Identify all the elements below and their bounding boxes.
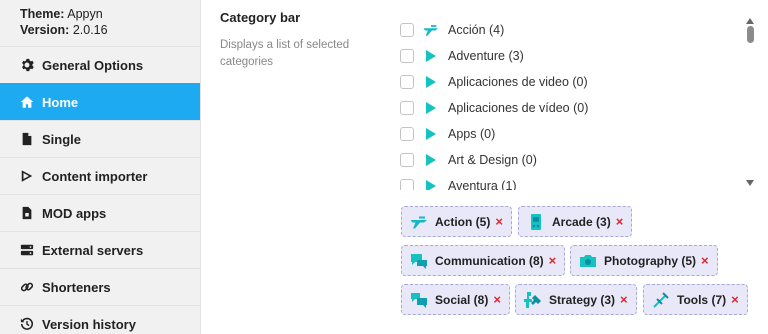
category-label: Aplicaciones de vídeo (0) xyxy=(448,101,589,115)
history-icon xyxy=(20,317,34,331)
play-triangle-icon xyxy=(423,127,439,141)
category-checkbox[interactable] xyxy=(400,23,414,37)
category-label: Art & Design (0) xyxy=(448,153,537,167)
theme-value: Appyn xyxy=(67,7,103,21)
remove-icon[interactable]: × xyxy=(549,253,557,268)
version-label: Version: xyxy=(20,23,70,37)
tools-icon xyxy=(652,291,670,309)
sidebar-item-version-history[interactable]: Version history xyxy=(0,305,200,334)
sidebar-item-label: Home xyxy=(42,94,79,110)
play-triangle-icon xyxy=(423,179,439,190)
category-label: Acción (4) xyxy=(448,23,505,37)
sidebar-item-mod-apps[interactable]: MOD apps xyxy=(0,194,200,231)
chip-label: Tools (7) xyxy=(677,292,727,307)
category-label: Aventura (1) xyxy=(448,179,517,190)
chip-label: Action (5) xyxy=(435,214,491,229)
play-arrow-icon xyxy=(20,169,34,183)
remove-icon[interactable]: × xyxy=(731,292,739,307)
sidebar-item-label: General Options xyxy=(42,57,144,73)
arcade-icon xyxy=(527,213,545,231)
category-label: Apps (0) xyxy=(448,127,496,141)
sidebar-item-label: Content importer xyxy=(42,168,148,184)
scroll-up-arrow[interactable] xyxy=(745,12,755,24)
sidebar-item-shorteners[interactable]: Shorteners xyxy=(0,268,200,305)
chip-label: Communication (8) xyxy=(435,253,544,268)
category-item[interactable]: Adventure (3) xyxy=(400,46,524,66)
category-checkbox[interactable] xyxy=(400,75,414,89)
remove-icon[interactable]: × xyxy=(495,214,503,229)
sidebar-item-label: Shorteners xyxy=(42,279,111,295)
selected-category-chip[interactable]: Strategy (3) × xyxy=(515,284,637,315)
sidebar-item-label: MOD apps xyxy=(42,205,107,221)
server-icon xyxy=(20,243,34,257)
category-checkbox[interactable] xyxy=(400,179,414,190)
category-item[interactable]: Aplicaciones de vídeo (0) xyxy=(400,98,588,118)
remove-icon[interactable]: × xyxy=(701,253,709,268)
photography-icon xyxy=(579,252,597,270)
sidebar-item-home[interactable]: Home xyxy=(0,83,200,120)
category-checkbox[interactable] xyxy=(400,101,414,115)
scroll-down-arrow[interactable] xyxy=(745,174,755,186)
category-label: Adventure (3) xyxy=(448,49,524,63)
category-list[interactable]: Acción (4) Adventure (3) Aplicaciones de… xyxy=(396,14,762,190)
selected-category-chip[interactable]: Social (8) × xyxy=(401,284,510,315)
sidebar-item-single[interactable]: Single xyxy=(0,120,200,157)
selected-category-chip[interactable]: Arcade (3) × xyxy=(518,206,633,237)
file-icon xyxy=(20,132,34,146)
action-icon xyxy=(423,23,439,37)
mod-file-icon xyxy=(20,206,34,220)
selected-category-chip[interactable]: Action (5) × xyxy=(401,206,512,237)
sidebar-item-general-options[interactable]: General Options xyxy=(0,46,200,83)
play-triangle-icon xyxy=(423,49,439,63)
play-triangle-icon xyxy=(423,153,439,167)
category-item[interactable]: Apps (0) xyxy=(400,124,495,144)
category-checkbox[interactable] xyxy=(400,153,414,167)
theme-label: Theme: xyxy=(20,7,65,21)
theme-info: Theme: Appyn Version: 2.0.16 xyxy=(0,0,200,46)
selected-category-chip[interactable]: Tools (7) × xyxy=(643,284,748,315)
chip-label: Social (8) xyxy=(435,292,489,307)
sidebar-item-label: Single xyxy=(42,131,82,147)
play-triangle-icon xyxy=(423,101,439,115)
sidebar-item-label: Version history xyxy=(42,316,136,332)
sidebar: Theme: Appyn Version: 2.0.16 General Opt… xyxy=(0,0,201,334)
chip-label: Photography (5) xyxy=(604,253,696,268)
category-item[interactable]: Acción (4) xyxy=(400,20,504,40)
home-icon xyxy=(20,95,34,109)
sidebar-item-label: External servers xyxy=(42,242,144,258)
section-title: Category bar xyxy=(220,10,301,25)
category-label: Aplicaciones de video (0) xyxy=(448,75,588,89)
chip-label: Arcade (3) xyxy=(552,214,611,229)
sidebar-item-external-servers[interactable]: External servers xyxy=(0,231,200,268)
version-value: 2.0.16 xyxy=(72,23,108,37)
selected-category-chip[interactable]: Photography (5) × xyxy=(570,245,718,276)
link-icon xyxy=(20,280,34,294)
remove-icon[interactable]: × xyxy=(620,292,628,307)
gear-icon xyxy=(20,58,34,72)
chip-label: Strategy (3) xyxy=(549,292,616,307)
sidebar-item-content-importer[interactable]: Content importer xyxy=(0,157,200,194)
play-triangle-icon xyxy=(423,75,439,89)
section-description: Displays a list of selected categories xyxy=(220,39,350,68)
action-icon xyxy=(410,213,428,231)
communication-icon xyxy=(410,252,428,270)
scrollbar-thumb[interactable] xyxy=(747,26,754,43)
strategy-icon xyxy=(524,291,542,309)
category-checkbox[interactable] xyxy=(400,49,414,63)
selected-category-chip[interactable]: Communication (8) × xyxy=(401,245,566,276)
remove-icon[interactable]: × xyxy=(616,214,624,229)
category-item[interactable]: Art & Design (0) xyxy=(400,150,537,170)
remove-icon[interactable]: × xyxy=(493,292,501,307)
category-checkbox[interactable] xyxy=(400,127,414,141)
category-item[interactable]: Aventura (1) xyxy=(400,176,517,190)
social-icon xyxy=(410,291,428,309)
category-item[interactable]: Aplicaciones de video (0) xyxy=(400,72,588,92)
